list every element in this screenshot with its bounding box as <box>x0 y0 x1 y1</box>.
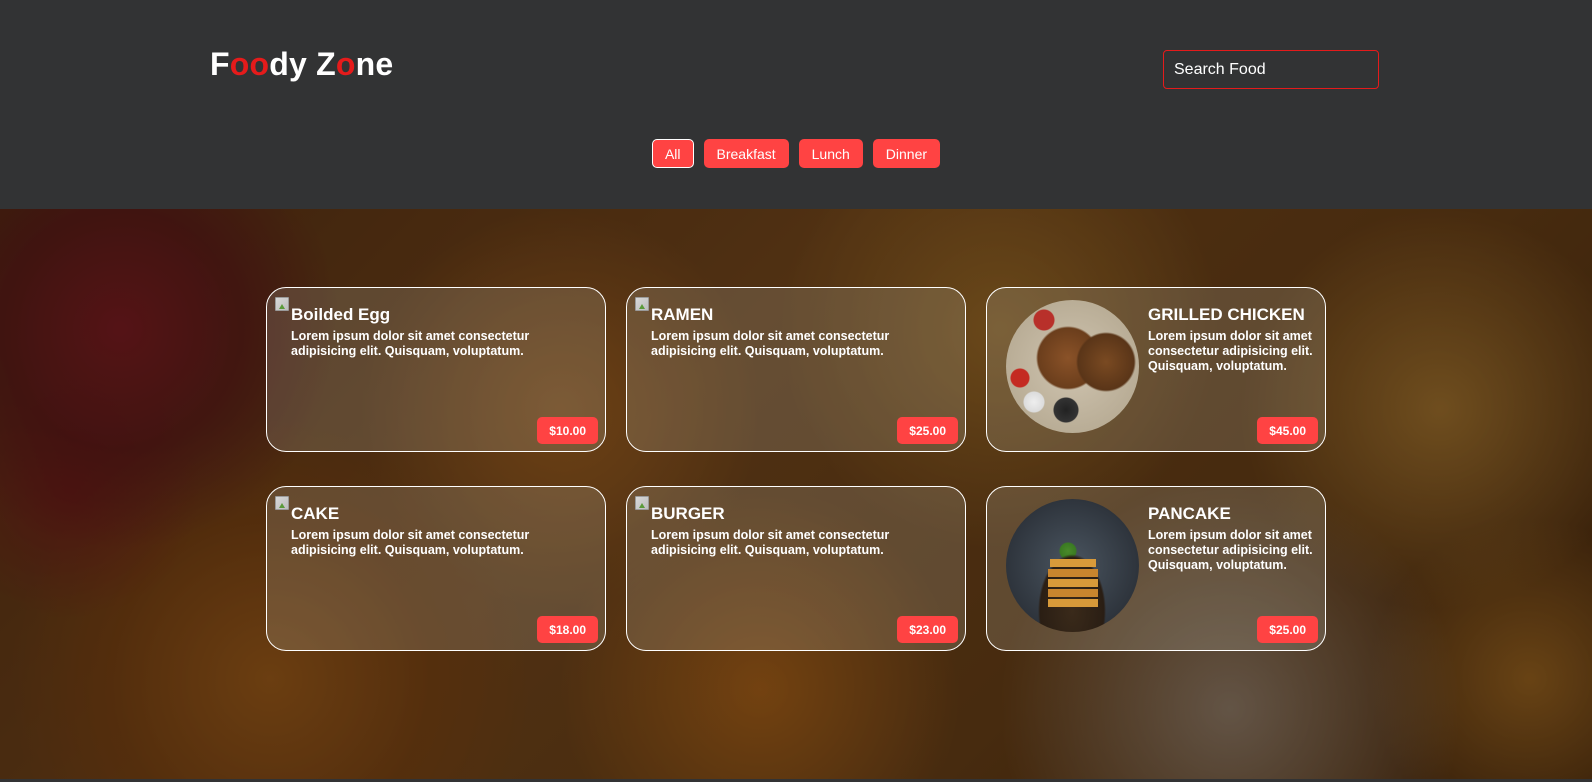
food-card: BURGER Lorem ipsum dolor sit amet consec… <box>626 486 966 651</box>
food-description: Lorem ipsum dolor sit amet consectetur a… <box>1148 528 1313 572</box>
price-button[interactable]: $10.00 <box>537 417 598 444</box>
broken-image-icon <box>275 297 289 311</box>
filter-bar: All Breakfast Lunch Dinner <box>0 139 1592 168</box>
broken-image-icon <box>635 297 649 311</box>
logo-part: F <box>210 46 230 82</box>
food-description: Lorem ipsum dolor sit amet consectetur a… <box>291 528 530 557</box>
food-description: Lorem ipsum dolor sit amet consectetur a… <box>651 528 890 557</box>
food-title: PANCAKE <box>1148 504 1231 523</box>
price-button[interactable]: $45.00 <box>1257 417 1318 444</box>
food-title: RAMEN <box>651 305 714 324</box>
price-button[interactable]: $18.00 <box>537 616 598 643</box>
broken-image-icon <box>275 496 289 510</box>
food-card: CAKE Lorem ipsum dolor sit amet consecte… <box>266 486 606 651</box>
food-title: GRILLED CHICKEN <box>1148 305 1305 324</box>
food-description: Lorem ipsum dolor sit amet consectetur a… <box>1148 329 1313 373</box>
logo: Foody Zone <box>210 46 393 83</box>
price-button[interactable]: $23.00 <box>897 616 958 643</box>
filter-dinner-button[interactable]: Dinner <box>872 139 941 168</box>
food-title: BURGER <box>651 504 725 523</box>
filter-breakfast-button[interactable]: Breakfast <box>703 139 789 168</box>
logo-part: dy Z <box>269 46 336 82</box>
grilled-chicken-image <box>1006 300 1139 433</box>
food-card: PANCAKE Lorem ipsum dolor sit amet conse… <box>986 486 1326 651</box>
price-button[interactable]: $25.00 <box>897 417 958 444</box>
food-title: Boilded Egg <box>291 305 391 324</box>
broken-image-icon <box>635 496 649 510</box>
logo-part-red: oo <box>229 46 270 82</box>
header: Foody Zone All Breakfast Lunch Dinner <box>0 0 1592 209</box>
logo-part: ne <box>355 46 394 82</box>
pancake-image <box>1006 499 1139 632</box>
filter-all-button[interactable]: All <box>651 139 694 168</box>
food-title: CAKE <box>291 504 340 523</box>
logo-part-red: o <box>335 46 356 82</box>
filter-lunch-button[interactable]: Lunch <box>798 139 863 168</box>
food-card: GRILLED CHICKEN Lorem ipsum dolor sit am… <box>986 287 1326 452</box>
food-description: Lorem ipsum dolor sit amet consectetur a… <box>651 329 890 358</box>
price-button[interactable]: $25.00 <box>1257 616 1318 643</box>
search-input[interactable] <box>1163 50 1379 89</box>
food-card: Boilded Egg Lorem ipsum dolor sit amet c… <box>266 287 606 452</box>
food-card: RAMEN Lorem ipsum dolor sit amet consect… <box>626 287 966 452</box>
food-description: Lorem ipsum dolor sit amet consectetur a… <box>291 329 530 358</box>
